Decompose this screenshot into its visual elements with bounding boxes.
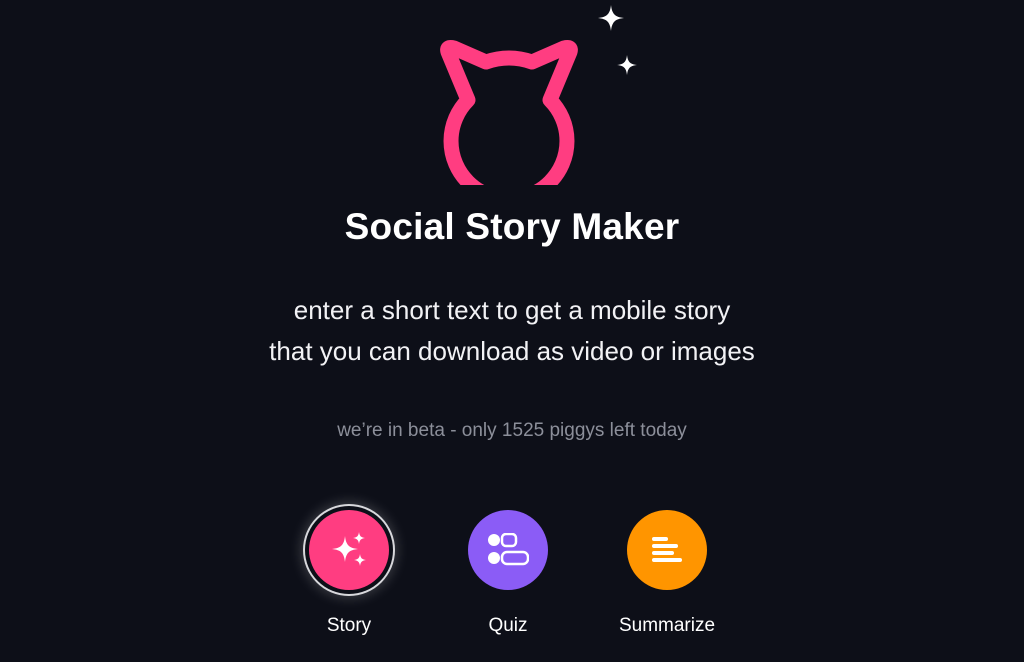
- sparkle-icon: [598, 5, 624, 31]
- cat-logo-icon: [440, 40, 578, 185]
- text-lines-icon: [652, 537, 682, 562]
- quiz-options-icon: [488, 533, 529, 566]
- quiz-mode-circle[interactable]: [468, 510, 548, 590]
- sparkle-icon: [617, 55, 637, 75]
- subtitle-line-2: that you can download as video or images: [269, 336, 755, 366]
- page-title: Social Story Maker: [344, 206, 680, 247]
- quiz-mode-label: Quiz: [488, 615, 528, 636]
- summarize-mode-circle[interactable]: [627, 510, 707, 590]
- sparkles-icon: [332, 532, 366, 566]
- summarize-mode-button[interactable]: Summarize: [592, 510, 742, 637]
- summarize-mode-label: Summarize: [618, 615, 716, 636]
- story-mode-label: Story: [326, 615, 372, 636]
- page: Social Story Maker enter a short text to…: [0, 0, 1024, 662]
- story-mode-button[interactable]: Story: [274, 510, 424, 637]
- subtitle-line-1: enter a short text to get a mobile story: [293, 295, 731, 325]
- story-mode-circle[interactable]: [309, 510, 389, 590]
- quiz-mode-button[interactable]: Quiz: [433, 510, 583, 637]
- beta-notice: we’re in beta - only 1525 piggys left to…: [337, 420, 687, 441]
